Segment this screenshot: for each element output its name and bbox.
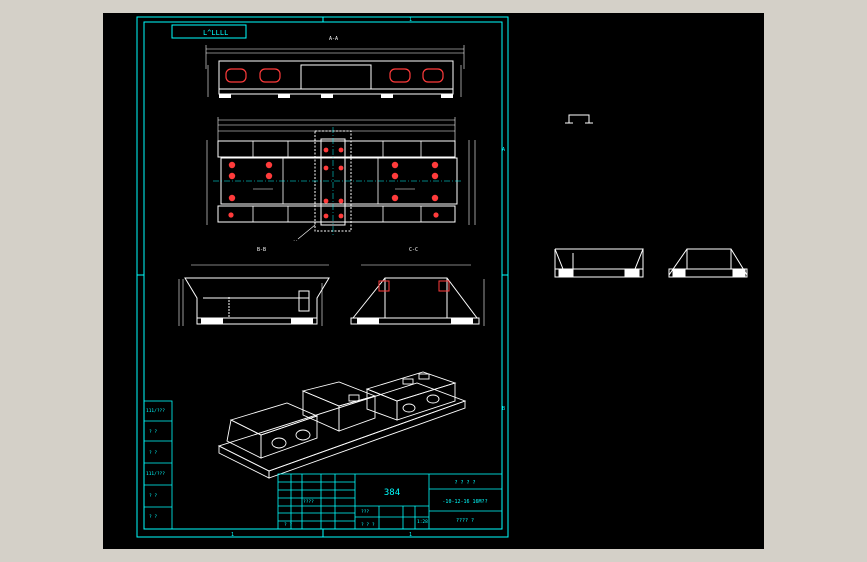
- mini-section-right: [668, 248, 748, 278]
- frame-mark-right-b: B: [502, 406, 505, 412]
- frame-mark-bottom-right: 1: [409, 532, 412, 538]
- cad-drawing: 1 1 1 A B L^LLLL A-A -- B-B C-C 111/??? …: [136, 16, 748, 538]
- plan-view: --: [206, 117, 476, 243]
- section-c-view: C-C: [350, 247, 485, 326]
- frame-mark-right-a: A: [502, 147, 505, 153]
- mini-section-left: [554, 248, 644, 278]
- frame-mark-top: 1: [409, 17, 412, 23]
- section-b-view: B-B: [178, 247, 330, 326]
- side-note-2: ? ?: [149, 429, 157, 435]
- revision-side-table: [143, 400, 173, 530]
- title-row-c: ? ?: [284, 522, 292, 528]
- side-note-4: 111/???: [146, 471, 165, 477]
- part-number: 384: [384, 488, 400, 498]
- company-name: ? ? ? ?: [454, 480, 475, 486]
- side-note-5: ? ?: [149, 493, 157, 499]
- code-box: L^LLLL: [171, 24, 247, 39]
- title-row-a: ????: [303, 499, 314, 505]
- detail-bracket: [565, 114, 593, 124]
- side-note-6: ? ?: [149, 514, 157, 520]
- code-box-text: L^LLLL: [203, 29, 228, 37]
- section-b-label: B-B: [257, 247, 266, 253]
- section-label-top: A-A: [329, 36, 338, 42]
- drawing-subtitle: ???? ?: [456, 518, 474, 524]
- scale-cell: 1:28: [417, 519, 428, 525]
- drawing-name: -10-12-16 16M??: [442, 499, 487, 505]
- title-row-b: ? ? ?: [361, 522, 375, 528]
- side-note-1: 111/???: [146, 408, 165, 414]
- section-c-label: C-C: [409, 247, 418, 253]
- cad-viewport[interactable]: 1 1 1 A B L^LLLL A-A -- B-B C-C 111/??? …: [103, 13, 764, 549]
- plan-leader-label: --: [293, 238, 298, 243]
- count-cell: ???: [361, 509, 369, 515]
- isometric-view: [217, 371, 467, 479]
- front-elevation-view: A-A: [205, 36, 465, 98]
- side-note-3: ? ?: [149, 450, 157, 456]
- frame-mark-bottom-left: 1: [231, 532, 234, 538]
